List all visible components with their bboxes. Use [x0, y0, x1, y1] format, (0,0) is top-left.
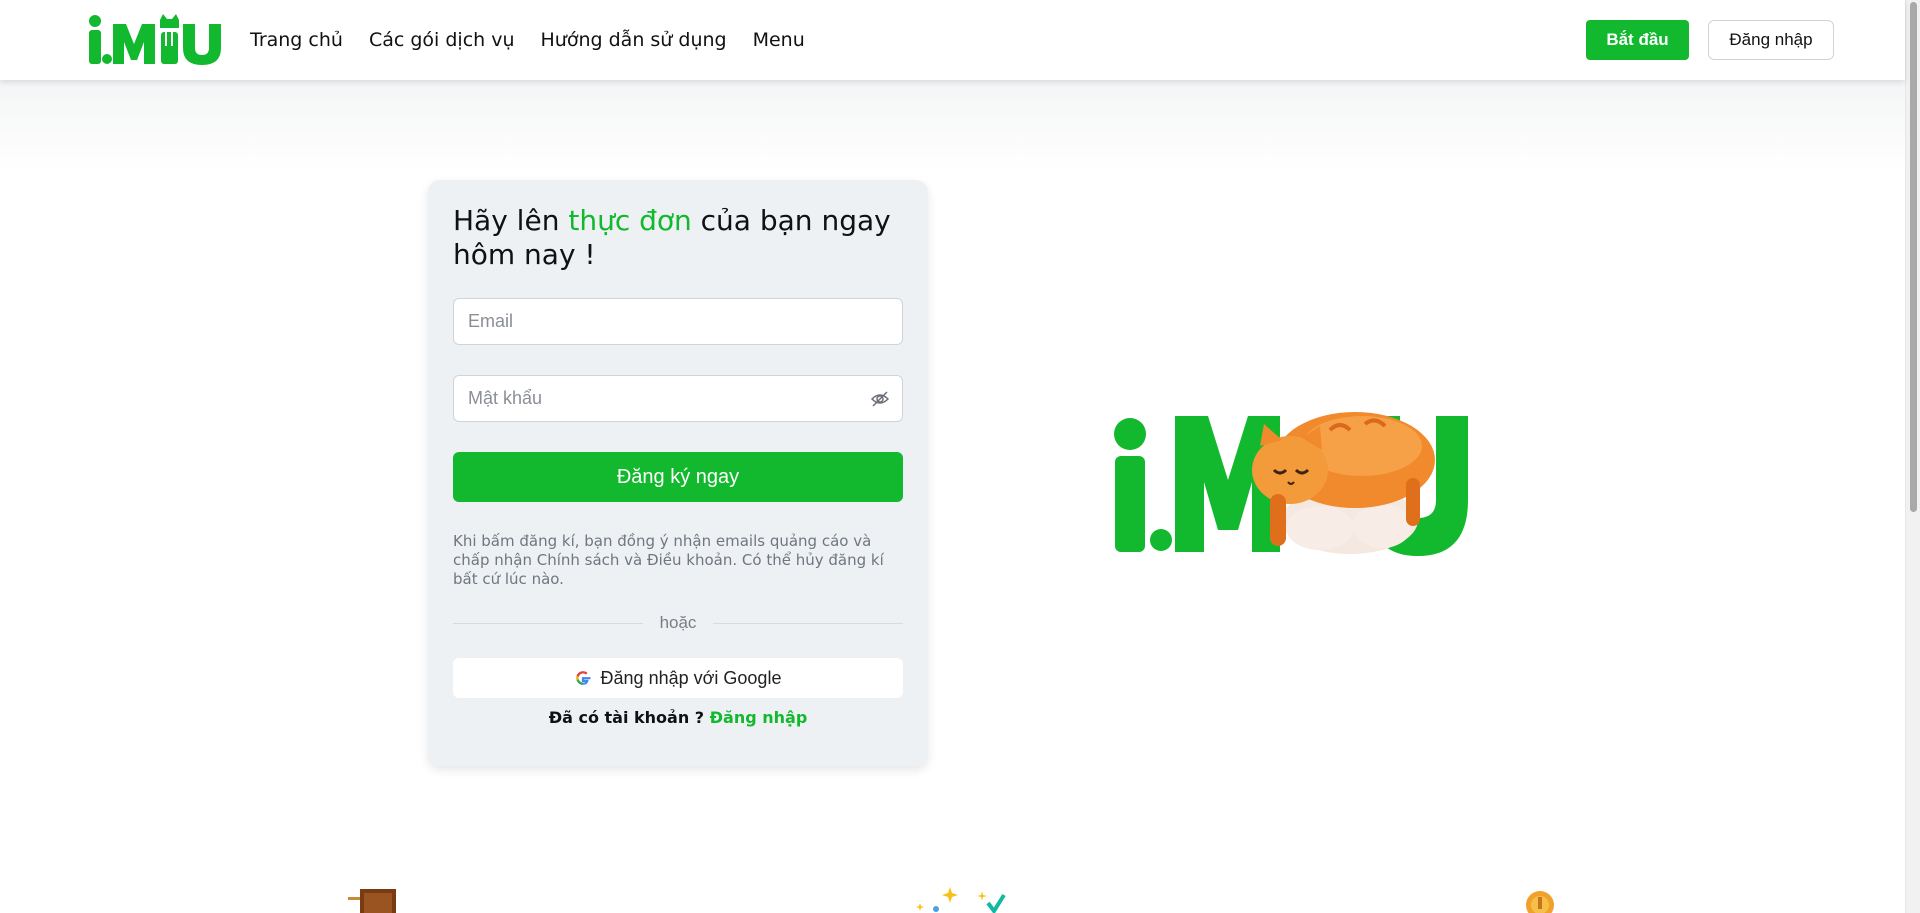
signin-link[interactable]: Đăng nhập	[710, 708, 808, 727]
have-account-line: Đã có tài khoản ? Đăng nhập	[453, 708, 903, 727]
signup-card: Hãy lên thực đơn của bạn ngay hôm nay ! …	[428, 180, 928, 766]
start-button[interactable]: Bắt đầu	[1586, 20, 1689, 60]
divider-right	[713, 623, 903, 624]
page-scrollbar[interactable]	[1905, 0, 1920, 913]
headline-prefix: Hãy lên	[453, 204, 569, 237]
nav-service-plans[interactable]: Các gói dịch vụ	[369, 29, 515, 51]
password-placeholder: Mật khẩu	[468, 388, 543, 408]
email-field[interactable]: Email	[453, 298, 903, 345]
navbar: Trang chủ Các gói dịch vụ Hướng dẫn sử d…	[0, 0, 1905, 80]
nav-user-guide[interactable]: Hướng dẫn sử dụng	[541, 29, 727, 51]
nav-home[interactable]: Trang chủ	[250, 29, 343, 51]
terms-notice: Khi bấm đăng kí, bạn đồng ý nhận emails …	[453, 532, 884, 588]
main-nav: Trang chủ Các gói dịch vụ Hướng dẫn sử d…	[250, 0, 805, 80]
email-placeholder: Email	[468, 311, 514, 331]
sparkle-icon	[916, 887, 1006, 913]
divider-left	[453, 623, 643, 624]
register-button[interactable]: Đăng ký ngay	[453, 452, 903, 502]
headline-accent: thực đơn	[568, 204, 692, 237]
coin-icon	[1526, 891, 1554, 913]
password-field[interactable]: Mật khẩu	[453, 375, 903, 422]
divider-or: hoặc	[659, 613, 697, 632]
eye-off-icon[interactable]	[870, 390, 890, 408]
imiu-logo[interactable]	[86, 12, 226, 66]
google-login-button[interactable]: Đăng nhập với Google	[453, 658, 903, 698]
door-icon	[348, 889, 396, 913]
hero-logo-illustration	[1114, 412, 1468, 556]
google-login-label: Đăng nhập với Google	[600, 667, 782, 688]
scrollbar-thumb[interactable]	[1910, 2, 1917, 512]
login-button[interactable]: Đăng nhập	[1708, 20, 1834, 60]
google-icon	[575, 671, 591, 685]
header-shadow-band	[0, 80, 1905, 170]
nav-menu[interactable]: Menu	[753, 29, 805, 51]
have-account-text: Đã có tài khoản ?	[548, 708, 710, 727]
signup-headline: Hãy lên thực đơn của bạn ngay hôm nay !	[453, 204, 903, 272]
